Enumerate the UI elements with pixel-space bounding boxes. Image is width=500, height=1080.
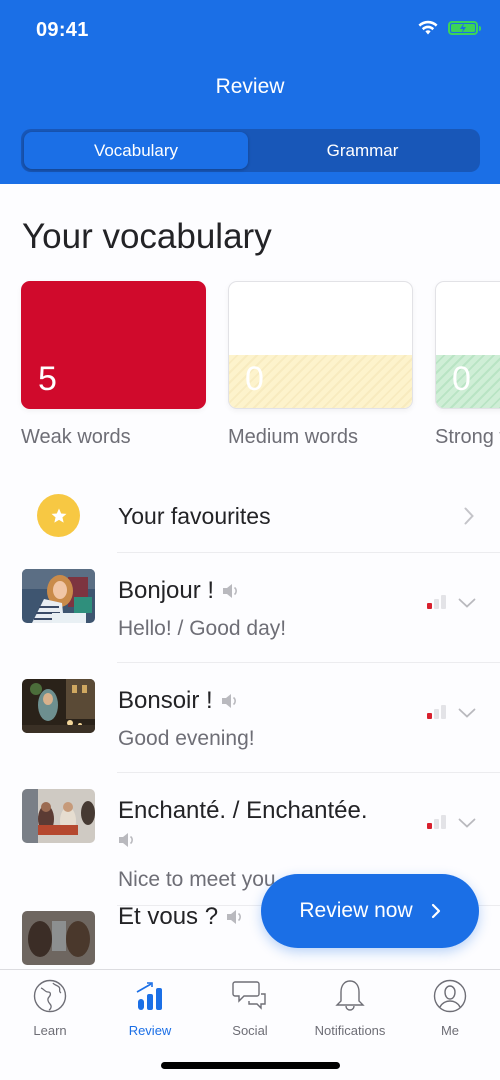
tab-label: Notifications xyxy=(314,1023,386,1038)
medium-words-label: Medium words xyxy=(228,426,359,448)
translation-text: Good evening! xyxy=(118,727,255,750)
review-now-button[interactable]: Review now xyxy=(261,874,479,948)
woman-smiling-photo xyxy=(22,569,95,623)
strength-indicator xyxy=(427,705,446,719)
people-meeting-photo xyxy=(22,789,95,843)
chevron-down-icon[interactable] xyxy=(458,708,476,718)
globe-icon xyxy=(33,979,67,1013)
strong-words-tile[interactable]: 0 xyxy=(435,281,500,409)
medium-words-card[interactable]: 0 Medium words xyxy=(228,281,413,449)
strength-cards: 5 Weak words 0 Medium words 0 Strong wor… xyxy=(21,281,500,449)
favourites-row[interactable]: Your favourites xyxy=(0,481,500,553)
word-text: Et vous ? xyxy=(118,903,244,932)
tab-label: Social xyxy=(232,1023,268,1038)
chevron-down-icon[interactable] xyxy=(458,598,476,608)
word-text: Bonjour ! xyxy=(118,577,240,606)
word-text: Bonsoir ! xyxy=(118,687,239,716)
tab-review[interactable]: Review xyxy=(100,978,200,1038)
word-row[interactable]: Bonsoir ! Good evening! xyxy=(0,663,500,773)
translation-text: Hello! / Good day! xyxy=(118,617,287,640)
word-row[interactable]: Bonjour ! Hello! / Good day! xyxy=(0,553,500,663)
home-indicator xyxy=(161,1062,340,1069)
favourites-label: Your favourites xyxy=(118,503,271,529)
chevron-down-icon[interactable] xyxy=(458,818,476,828)
medium-words-count: 0 xyxy=(245,360,264,398)
strong-words-count: 0 xyxy=(452,360,471,398)
segmented-control: Vocabulary Grammar xyxy=(21,129,480,172)
word-text: Enchanté. / Enchantée. xyxy=(118,797,368,825)
speaker-icon[interactable] xyxy=(222,578,240,606)
speaker-icon[interactable] xyxy=(226,904,244,932)
weak-words-count: 5 xyxy=(38,360,57,398)
translation-text: Nice to meet you xyxy=(118,868,276,891)
tab-label: Learn xyxy=(33,1023,67,1038)
tab-vocabulary[interactable]: Vocabulary xyxy=(24,132,248,169)
tab-label: Me xyxy=(440,1023,460,1038)
two-people-photo xyxy=(22,911,95,965)
tab-grammar[interactable]: Grammar xyxy=(248,132,477,169)
weak-words-tile[interactable]: 5 xyxy=(21,281,206,409)
app-header: 09:41 Review Vocabulary Grammar xyxy=(0,0,500,184)
medium-words-tile[interactable]: 0 xyxy=(228,281,413,409)
chat-icon xyxy=(232,981,266,1010)
wifi-icon xyxy=(418,20,438,35)
chevron-right-icon xyxy=(464,507,474,525)
speaker-icon[interactable] xyxy=(221,688,239,716)
word-label: Enchanté. / Enchantée. xyxy=(118,797,368,824)
strength-indicator xyxy=(427,815,446,829)
tab-social[interactable]: Social xyxy=(200,978,300,1038)
strength-indicator xyxy=(427,595,446,609)
battery-charging-icon xyxy=(448,20,481,35)
tab-label: Review xyxy=(128,1023,172,1038)
profile-icon xyxy=(433,979,467,1013)
status-icons xyxy=(418,20,481,35)
strong-words-label: Strong words xyxy=(435,426,500,448)
speaker-icon[interactable] xyxy=(118,832,136,853)
evening-street-photo xyxy=(22,679,95,733)
status-time: 09:41 xyxy=(36,19,89,41)
star-icon xyxy=(37,494,80,537)
word-label: Bonjour ! xyxy=(118,577,215,604)
tab-notifications[interactable]: Notifications xyxy=(300,978,400,1038)
word-label: Et vous ? xyxy=(118,903,219,930)
word-label: Bonsoir ! xyxy=(118,687,213,714)
weak-words-label: Weak words xyxy=(21,426,131,448)
review-now-label: Review now xyxy=(299,899,413,922)
section-title: Your vocabulary xyxy=(22,217,272,256)
tab-me[interactable]: Me xyxy=(400,978,500,1038)
weak-words-card[interactable]: 5 Weak words xyxy=(21,281,206,449)
tab-learn[interactable]: Learn xyxy=(0,978,100,1038)
page-title: Review xyxy=(215,75,285,98)
strong-words-card[interactable]: 0 Strong words xyxy=(435,281,500,449)
chevron-right-icon xyxy=(431,903,440,919)
bell-icon xyxy=(335,980,365,1011)
chart-icon xyxy=(136,982,162,1010)
